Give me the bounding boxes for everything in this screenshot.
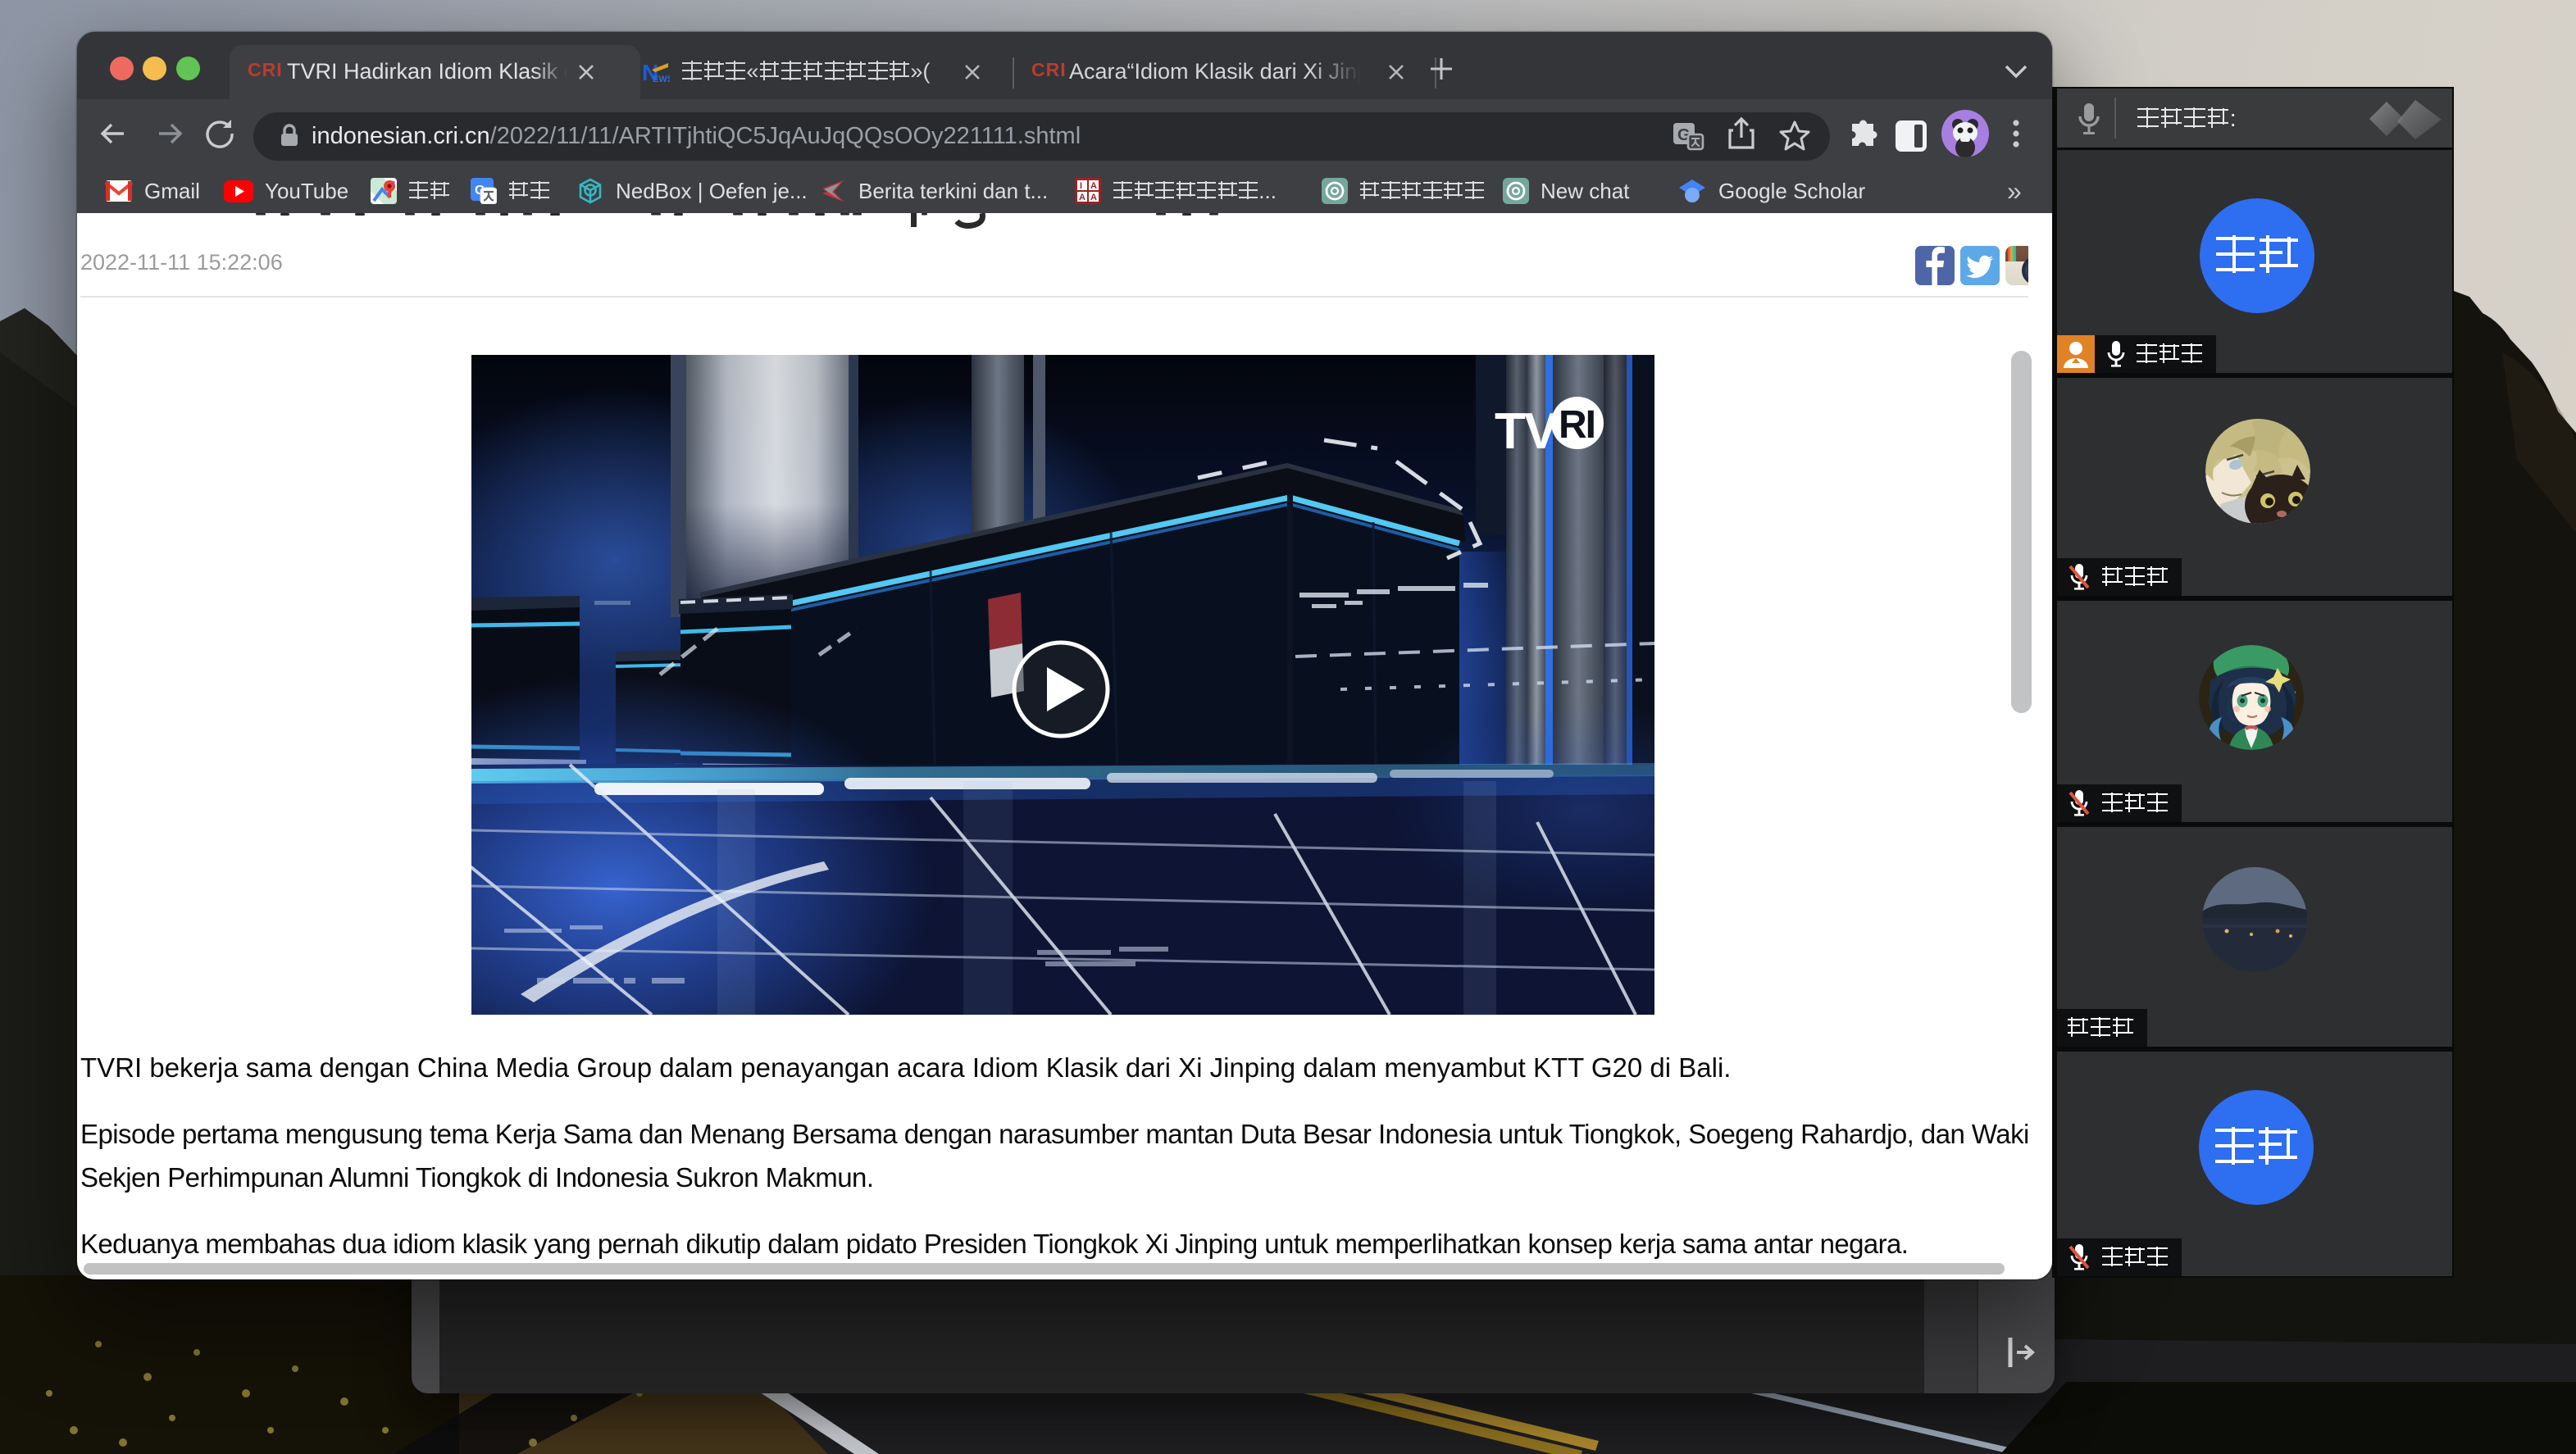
svg-text:EWS: EWS [653, 75, 670, 84]
svg-text:TV: TV [1495, 403, 1558, 460]
svg-text:A: A [1090, 181, 1097, 191]
svg-text:A: A [1079, 193, 1085, 202]
svg-text:A: A [1090, 193, 1097, 202]
svg-text:RI: RI [1559, 403, 1595, 447]
svg-text:I: I [1080, 181, 1082, 191]
